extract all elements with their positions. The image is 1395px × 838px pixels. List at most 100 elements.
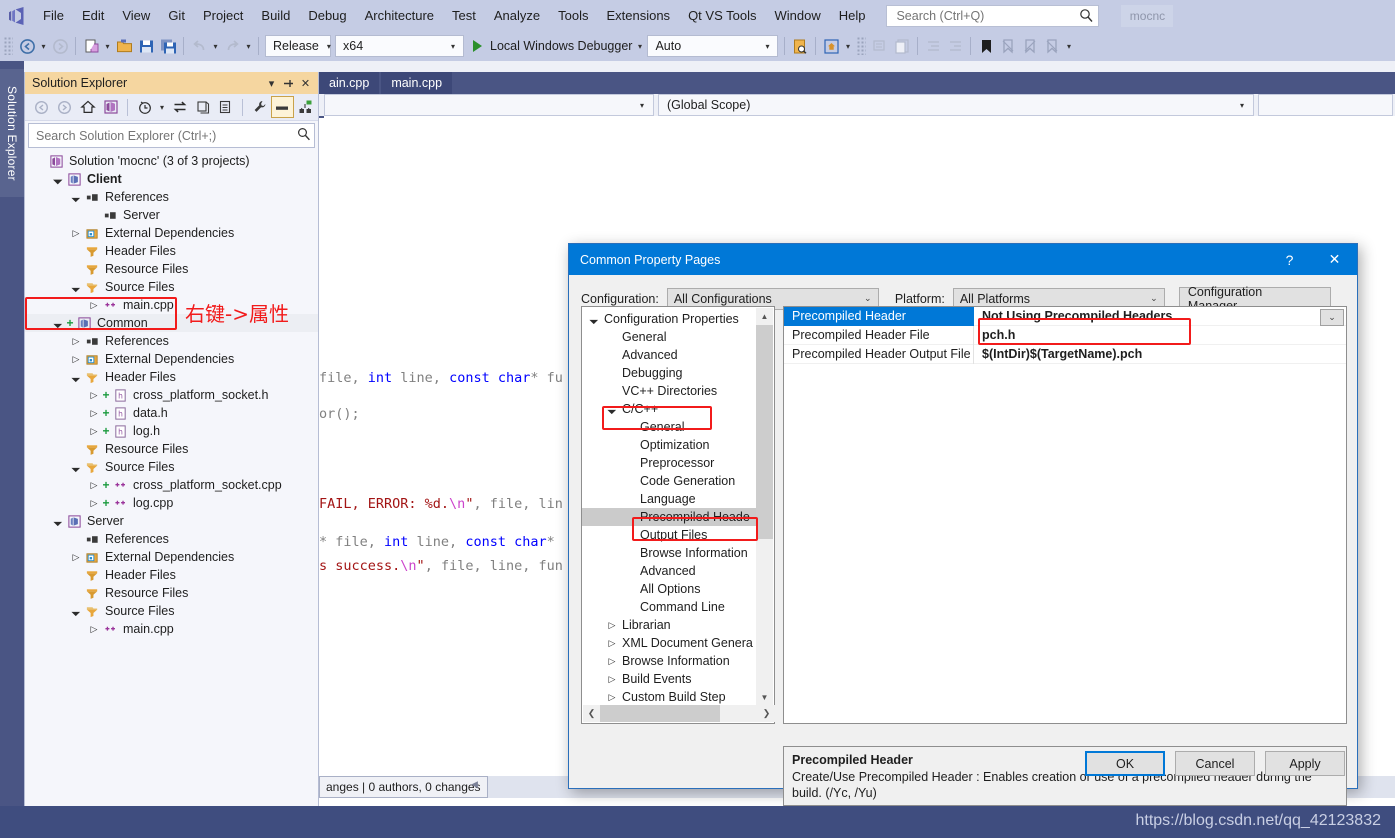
menu-project[interactable]: Project xyxy=(194,5,252,27)
expander-icon[interactable] xyxy=(622,508,638,526)
expander-icon[interactable]: ◢ xyxy=(604,400,620,418)
property-page-all-options[interactable]: All Options xyxy=(582,580,758,598)
tree-item-source-files[interactable]: ◢ Source Files xyxy=(25,278,318,296)
sync-with-active-document-icon[interactable] xyxy=(168,96,191,118)
tree-item-log-cpp[interactable]: ▷ + log.cpp xyxy=(25,494,318,512)
expander-icon[interactable]: ▷ xyxy=(87,422,101,440)
tree-item-header-files[interactable]: ◢ Header Files xyxy=(25,368,318,386)
ok-button[interactable]: OK xyxy=(1085,751,1165,776)
tree-item-header-files[interactable]: Header Files xyxy=(25,566,318,584)
tree-item-resource-files[interactable]: Resource Files xyxy=(25,260,318,278)
expander-icon[interactable]: ▷ xyxy=(69,224,83,242)
debug-mode-combo[interactable]: Auto ▾ xyxy=(647,35,779,57)
property-page-browse-information[interactable]: Browse Information xyxy=(582,544,758,562)
home-icon[interactable] xyxy=(76,96,99,118)
tree-item-header-files[interactable]: Header Files xyxy=(25,242,318,260)
tree-item-cross-platform-socket-cpp[interactable]: ▷ + cross_platform_socket.cpp xyxy=(25,476,318,494)
navigate-back-dropdown-icon[interactable]: ▾ xyxy=(38,35,49,57)
expander-icon[interactable] xyxy=(69,530,83,548)
menu-file[interactable]: File xyxy=(34,5,73,27)
property-pages-tree[interactable]: ◢ Configuration Properties General Advanced… xyxy=(582,310,758,706)
menu-view[interactable]: View xyxy=(113,5,159,27)
expander-icon[interactable]: ▷ xyxy=(87,404,101,422)
editor-tab-1[interactable]: main.cpp xyxy=(381,72,453,94)
property-page-build-events[interactable]: ▷ Build Events xyxy=(582,670,758,688)
property-page-configuration-properties[interactable]: ◢ Configuration Properties xyxy=(582,310,758,328)
pin-icon[interactable] xyxy=(280,74,297,92)
toolbar-grip[interactable] xyxy=(4,37,13,55)
expander-icon[interactable] xyxy=(622,490,638,508)
expander-icon[interactable]: ▷ xyxy=(87,386,101,404)
tree-item-external-dependencies[interactable]: ▷ External Dependencies xyxy=(25,548,318,566)
tree-item-source-files[interactable]: ◢ Source Files xyxy=(25,602,318,620)
expander-icon[interactable] xyxy=(69,242,83,260)
expander-icon[interactable] xyxy=(622,580,638,598)
open-folder-icon[interactable] xyxy=(113,35,135,57)
solution-icon[interactable] xyxy=(99,96,122,118)
tree-item-server[interactable]: Server xyxy=(25,206,318,224)
property-page-output-files[interactable]: Output Files xyxy=(582,526,758,544)
preview-selected-items-icon[interactable] xyxy=(271,96,294,118)
expander-icon[interactable]: ◢ xyxy=(69,278,83,296)
collapse-all-icon[interactable] xyxy=(214,96,237,118)
navigation-member-combo[interactable]: (Global Scope) ▾ xyxy=(658,94,1254,116)
close-icon[interactable]: ✕ xyxy=(1312,244,1357,275)
tree-horizontal-scrollbar[interactable]: ❮ ❯ xyxy=(583,705,775,722)
expander-icon[interactable] xyxy=(622,454,638,472)
save-icon[interactable] xyxy=(135,35,157,57)
help-question-icon[interactable]: ? xyxy=(1267,244,1312,275)
scroll-right-arrow-icon[interactable]: ❯ xyxy=(758,705,775,722)
property-page-preprocessor[interactable]: Preprocessor xyxy=(582,454,758,472)
menu-help[interactable]: Help xyxy=(830,5,875,27)
tree-item-source-files[interactable]: ◢ Source Files xyxy=(25,458,318,476)
expander-icon[interactable] xyxy=(69,260,83,278)
toolbar-grip-2[interactable] xyxy=(857,37,867,55)
expander-icon[interactable]: ◢ xyxy=(586,310,602,328)
property-row[interactable]: Precompiled Header File pch.h xyxy=(784,325,1346,345)
start-debug-play-icon[interactable] xyxy=(466,35,488,57)
search-input[interactable] xyxy=(894,6,1080,25)
menu-qt-vs-tools[interactable]: Qt VS Tools xyxy=(679,5,765,27)
navigate-forward-icon[interactable] xyxy=(49,35,71,57)
property-page-c-c++[interactable]: ◢ C/C++ xyxy=(582,400,758,418)
tree-item-references[interactable]: ▷ References xyxy=(25,332,318,350)
property-page-code-generation[interactable]: Code Generation xyxy=(582,472,758,490)
home-window-icon[interactable] xyxy=(820,35,842,57)
expander-icon[interactable]: ◢ xyxy=(69,602,83,620)
property-page-language[interactable]: Language xyxy=(582,490,758,508)
menu-test[interactable]: Test xyxy=(443,5,485,27)
tree-item-cross-platform-socket-h[interactable]: ▷ + h cross_platform_socket.h xyxy=(25,386,318,404)
expander-icon[interactable] xyxy=(604,382,620,400)
debug-target-dropdown-icon[interactable]: ▾ xyxy=(634,35,645,57)
dock-tab-solution-explorer[interactable]: Solution Explorer xyxy=(0,69,24,197)
tree-item-data-h[interactable]: ▷ + h data.h xyxy=(25,404,318,422)
solution-explorer-search[interactable] xyxy=(28,123,315,148)
property-page-advanced[interactable]: Advanced xyxy=(582,346,758,364)
menu-git[interactable]: Git xyxy=(159,5,194,27)
scroll-down-arrow-icon[interactable]: ▼ xyxy=(756,689,773,706)
properties-wrench-icon[interactable] xyxy=(248,96,271,118)
save-all-icon[interactable] xyxy=(157,35,179,57)
property-value[interactable]: pch.h xyxy=(974,328,1015,342)
close-icon[interactable]: ✕ xyxy=(297,74,314,92)
expander-icon[interactable]: ▷ xyxy=(87,476,101,494)
solution-explorer-search-input[interactable] xyxy=(34,127,297,144)
refresh-icon[interactable] xyxy=(191,96,214,118)
find-in-files-icon[interactable] xyxy=(789,35,811,57)
pending-changes-icon[interactable] xyxy=(133,96,156,118)
expander-icon[interactable]: ◢ xyxy=(51,314,65,332)
menu-architecture[interactable]: Architecture xyxy=(356,5,443,27)
property-page-vc++-directories[interactable]: VC++ Directories xyxy=(582,382,758,400)
scroll-left-arrow-icon[interactable]: ❮ xyxy=(583,705,600,722)
property-page-custom-build-step[interactable]: ▷ Custom Build Step xyxy=(582,688,758,706)
property-page-optimization[interactable]: Optimization xyxy=(582,436,758,454)
expander-icon[interactable] xyxy=(622,562,638,580)
property-value[interactable]: $(IntDir)$(TargetName).pch xyxy=(974,347,1142,361)
view-class-diagram-icon[interactable] xyxy=(294,96,317,118)
tree-item-solution-mocnc-3-of-3-projects[interactable]: Solution 'mocnc' (3 of 3 projects) xyxy=(25,152,318,170)
tree-item-server[interactable]: ◢ Server xyxy=(25,512,318,530)
property-page-librarian[interactable]: ▷ Librarian xyxy=(582,616,758,634)
expander-icon[interactable] xyxy=(622,526,638,544)
expander-icon[interactable]: ▷ xyxy=(604,652,620,670)
navigation-type-combo[interactable]: ▾ xyxy=(324,94,654,116)
